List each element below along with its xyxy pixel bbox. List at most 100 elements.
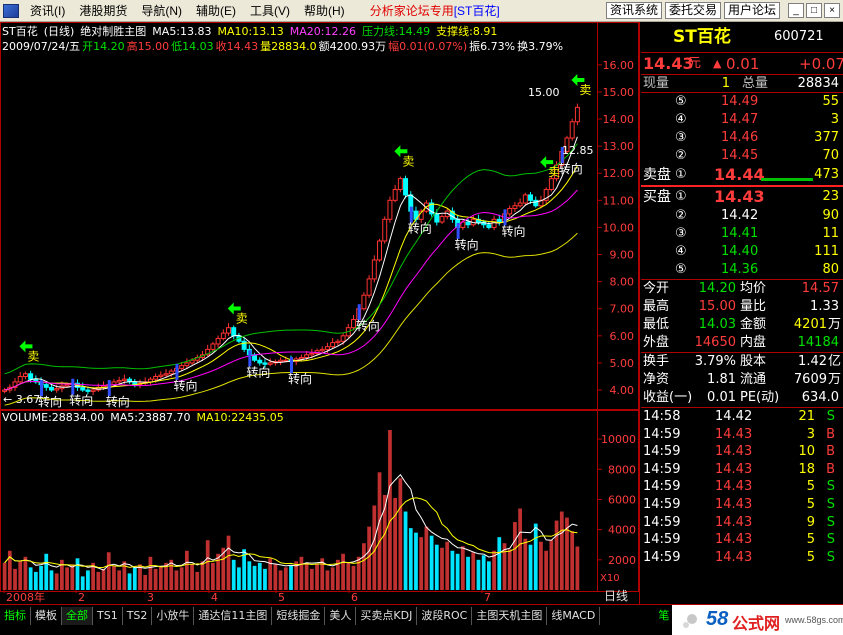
candle-body: [43, 384, 49, 388]
maximize-button[interactable]: □: [806, 3, 822, 18]
menu-tools[interactable]: 工具(V): [243, 1, 297, 21]
tab-0[interactable]: 指标: [0, 607, 31, 625]
volume-bar: [429, 535, 434, 590]
candle-body: [17, 375, 23, 383]
tick-time: 14:59: [643, 444, 681, 460]
candle-body: [335, 340, 341, 344]
tick-row[interactable]: 14:59 14.43 5 S: [641, 531, 843, 549]
tick-bs-flag: S: [826, 514, 835, 530]
tab-12[interactable]: 线MACD: [547, 607, 601, 625]
ma-price-mark: 12.85: [562, 144, 594, 157]
tick-time: 14:59: [643, 479, 681, 495]
menu-info[interactable]: 资讯(I): [23, 1, 72, 21]
info-system-button[interactable]: 资讯系统: [605, 2, 662, 19]
volume-bar: [481, 555, 486, 590]
volume-bar: [106, 552, 111, 590]
sell-level-row[interactable]: ③ 14.46 377: [641, 129, 843, 147]
tick-list[interactable]: 14:58 14.42 21 S 14:59 14.43 3 B 14:59 14.43 10 B 14…: [641, 407, 843, 566]
volume-bar: [289, 565, 293, 590]
tick-row[interactable]: 14:59 14.43 9 S: [641, 514, 843, 532]
buy-level-row[interactable]: ⑤ 14.36 80: [641, 261, 843, 279]
menu-help[interactable]: 帮助(H): [297, 1, 352, 21]
sell-level-row[interactable]: 卖盘 ① 14.44 473: [641, 165, 843, 185]
price-tick-label: 16.00: [603, 59, 635, 72]
minimize-button[interactable]: _: [788, 3, 804, 18]
stat-label-2: 均价: [740, 281, 767, 296]
tick-volume: 10: [798, 444, 815, 460]
tick-row[interactable]: 14:59 14.43 5 S: [641, 478, 843, 496]
volume-bar: [33, 571, 38, 590]
fund-label-2: 流通: [740, 372, 767, 387]
candle-body: [366, 278, 372, 296]
tab-6[interactable]: 通达信11主图: [194, 607, 273, 625]
tick-volume: 18: [798, 461, 815, 477]
tab-2[interactable]: 全部: [62, 607, 93, 625]
turn-signal-label: 转向: [288, 371, 312, 386]
tab-1[interactable]: 模板: [31, 607, 62, 625]
volume-bar: [518, 508, 522, 590]
tick-volume: 21: [798, 409, 815, 424]
volume-bar: [507, 549, 512, 590]
volume-bar: [403, 511, 408, 590]
tick-volume: 5: [806, 549, 815, 565]
candle-body: [434, 213, 440, 223]
trade-button[interactable]: 委托交易: [664, 2, 721, 19]
tab-7[interactable]: 短线掘金: [272, 607, 326, 625]
tick-row[interactable]: 14:59 14.43 3 B: [641, 426, 843, 444]
stat-value-1: 14.20: [698, 281, 736, 296]
volume-bar: [273, 564, 278, 590]
tab-5[interactable]: 小放牛: [152, 607, 195, 625]
menu-navigate[interactable]: 导航(N): [134, 1, 189, 21]
zongliang-label: 总量: [742, 76, 769, 91]
volume-bar: [39, 565, 43, 590]
stat-row: 外盘 14650 内盘 14184: [641, 334, 843, 352]
tick-volume: 9: [806, 514, 815, 530]
buy-level-row[interactable]: ④ 14.40 111: [641, 243, 843, 261]
tick-row[interactable]: 14:59 14.43 18 B: [641, 461, 843, 479]
menu-bar: 资讯(I) 港股期货 导航(N) 辅助(E) 工具(V) 帮助(H) 分析家论坛…: [0, 0, 843, 22]
turn-signal-label: 转向: [246, 364, 270, 379]
volume-bar: [523, 538, 528, 590]
kline-chart[interactable]: 16.00 15.00 14.00 13.00 12.00 11.00 10.00 9.00 8…: [0, 22, 639, 604]
buy-level-num: ①: [675, 189, 687, 204]
sell-level-row[interactable]: ② 14.45 70: [641, 147, 843, 165]
menu-hk-futures[interactable]: 港股期货: [72, 1, 134, 21]
buy-level-row[interactable]: 买盘 ① 14.43 23: [641, 187, 843, 207]
sell-level-row[interactable]: ④ 14.47 3: [641, 111, 843, 129]
user-forum-button[interactable]: 用户论坛: [723, 2, 780, 19]
window-title-text: 分析家论坛专用: [369, 4, 454, 18]
tick-volume: 5: [806, 532, 815, 548]
period-label[interactable]: 日线: [604, 587, 628, 604]
volume-bar: [315, 564, 319, 590]
buy-level-row[interactable]: ② 14.42 90: [641, 207, 843, 225]
tab-8[interactable]: 美人: [325, 607, 357, 625]
tab-10[interactable]: 波段ROC: [417, 607, 473, 625]
close-button[interactable]: ×: [824, 3, 840, 18]
tab-4[interactable]: TS2: [123, 607, 153, 625]
menu-assist[interactable]: 辅助(E): [189, 1, 243, 21]
sell-level-row[interactable]: ⑤ 14.49 55: [641, 93, 843, 111]
tick-row[interactable]: 14:59 14.43 10 B: [641, 443, 843, 461]
tab-9[interactable]: 买卖点KDJ: [356, 607, 418, 625]
tick-row[interactable]: 14:58 14.42 21 S: [641, 408, 843, 426]
stat-value-1: 14.03: [698, 317, 736, 332]
candle-body: [85, 389, 91, 392]
buy-label: 买盘: [643, 189, 671, 205]
quote-price-unit: 元: [688, 56, 702, 71]
candle-body: [522, 194, 528, 204]
volume-bar: [325, 570, 330, 590]
volume-bar: [539, 541, 543, 590]
tab-11[interactable]: 主图天机主图: [472, 607, 548, 625]
tick-row[interactable]: 14:59 14.43 5 S: [641, 496, 843, 514]
tick-row[interactable]: 14:59 14.43 5 S: [641, 549, 843, 567]
volume-bar: [528, 544, 533, 590]
tab-3[interactable]: TS1: [93, 607, 123, 625]
volume-bar: [533, 523, 538, 590]
turn-marker: [40, 380, 44, 397]
candle-body: [377, 240, 383, 261]
price-tick-label: 8.00: [610, 276, 635, 289]
chart-area[interactable]: 16.00 15.00 14.00 13.00 12.00 11.00 10.00 9.00 8…: [0, 22, 640, 604]
buy-level-row[interactable]: ③ 14.41 11: [641, 225, 843, 243]
volume-bar: [549, 540, 554, 590]
candle-body: [64, 384, 70, 387]
